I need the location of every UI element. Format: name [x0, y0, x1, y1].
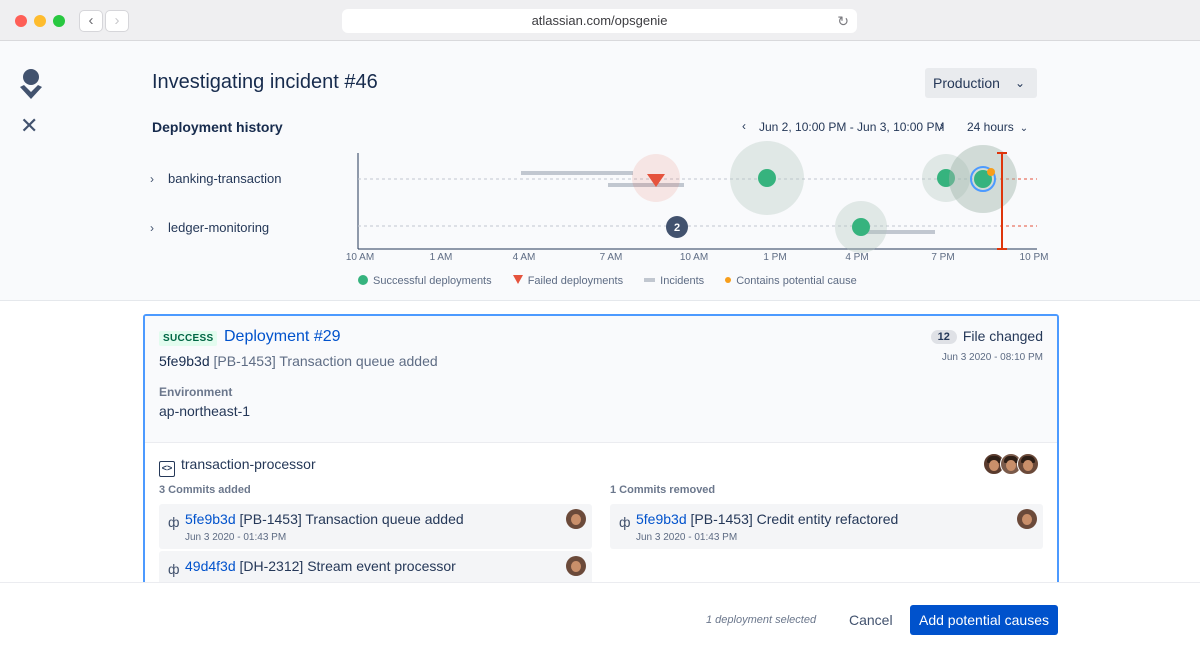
repository-name: transaction-processor [181, 456, 316, 472]
address-bar[interactable]: atlassian.com/opsgenie ↻ [342, 9, 857, 33]
files-count-badge: 12 [930, 330, 957, 344]
chevron-right-icon: › [150, 172, 154, 186]
avatar[interactable] [1017, 453, 1039, 475]
legend-item-incidents: Incidents [644, 275, 704, 287]
back-button[interactable]: ‹ [79, 10, 103, 32]
date-range: Jun 2, 10:00 PM - Jun 3, 10:00 PM [759, 120, 945, 134]
commit-hash-link[interactable]: 5fe9b3d [636, 511, 687, 527]
chart-legend: Successful deployments Failed deployment… [358, 275, 875, 287]
potential-cause-dot [987, 168, 995, 176]
legend-item-success: Successful deployments [358, 275, 492, 287]
commit-icon: ф [168, 514, 180, 530]
cause-dot-icon [725, 277, 732, 284]
commit-message: [PB-1453] Credit entity refactored [690, 511, 899, 527]
x-axis-tick-label: 1 AM [429, 252, 453, 263]
commit-date: Jun 3 2020 - 01:43 PM [636, 532, 738, 543]
period-value: 24 hours [967, 120, 1014, 134]
commit-hash-link[interactable]: 49d4f3d [185, 558, 236, 574]
chevron-right-icon: › [150, 221, 154, 235]
commits-removed-title: 1 Commits removed [610, 484, 716, 496]
success-dot-icon [358, 275, 368, 286]
minimize-window-button[interactable] [34, 15, 46, 27]
period-select[interactable]: 24 hours ⌄ [967, 120, 1028, 134]
commit-icon: ф [619, 514, 631, 530]
x-axis-tick-label: 10 AM [679, 252, 709, 263]
url-text: atlassian.com/opsgenie [531, 13, 668, 28]
repository: <> transaction-processor [159, 456, 316, 477]
avatar [566, 509, 586, 529]
close-window-button[interactable] [15, 15, 27, 27]
service-row-banking-transaction[interactable]: › banking-transaction [150, 171, 281, 186]
commit-hash-link[interactable]: 5fe9b3d [185, 511, 236, 527]
files-changed: 12 File changed [930, 328, 1043, 344]
deployment-commit: 5fe9b3d [PB-1453] Transaction queue adde… [159, 353, 438, 369]
deployment-history-title: Deployment history [152, 119, 283, 135]
environment-select-value: Production [933, 75, 1000, 91]
legend-label: Successful deployments [373, 275, 492, 288]
incident-bar[interactable] [521, 171, 633, 175]
commit-item[interactable]: ф 5fe9b3d [PB-1453] Transaction queue ad… [159, 504, 592, 549]
avatar [566, 556, 586, 576]
legend-item-failed: Failed deployments [512, 275, 624, 288]
legend-label: Failed deployments [527, 275, 624, 288]
legend-label: Incidents [660, 275, 705, 288]
zoom-window-button[interactable] [53, 15, 65, 27]
x-axis-tick-label: 4 AM [512, 252, 536, 263]
commit-message: [PB-1453] Transaction queue added [213, 353, 438, 369]
contributors-avatars [983, 453, 1043, 477]
x-axis-tick-label: 7 AM [599, 252, 623, 263]
deployment-date: Jun 3 2020 - 08:10 PM [941, 352, 1043, 363]
deployment-card-header: SUCCESS Deployment #29 12 File changed Ju… [145, 316, 1057, 443]
environment-select[interactable]: Production ⌄ [925, 68, 1037, 98]
service-name: banking-transaction [168, 171, 282, 186]
environment-value: ap-northeast-1 [159, 403, 251, 419]
opsgenie-logo-icon [20, 69, 42, 99]
forward-button[interactable]: › [105, 10, 129, 32]
commits-added-title: 3 Commits added [159, 484, 251, 496]
commit-item[interactable]: ф 5fe9b3d [PB-1453] Credit entity refact… [610, 504, 1043, 549]
commit-message: [PB-1453] Transaction queue added [239, 511, 464, 527]
successful-deployment-marker[interactable] [758, 169, 776, 187]
commit-date: Jun 3 2020 - 01:43 PM [185, 532, 287, 543]
commit-hash: 5fe9b3d [159, 353, 210, 369]
action-footer: 1 deployment selected Cancel Add potenti… [0, 582, 1200, 654]
x-axis-tick-label: 10 AM [345, 252, 375, 263]
commit-message: [DH-2312] Stream event processor [239, 558, 456, 574]
close-icon[interactable]: ✕ [20, 115, 38, 137]
successful-deployment-marker[interactable] [852, 218, 870, 236]
files-label: File changed [962, 328, 1043, 344]
service-name: ledger-monitoring [168, 220, 270, 235]
selection-note: 1 deployment selected [706, 614, 817, 626]
deployment-card[interactable]: SUCCESS Deployment #29 12 File changed Ju… [143, 314, 1059, 614]
x-axis-tick-label: 7 PM [931, 252, 955, 263]
deployment-title-link[interactable]: Deployment #29 [224, 328, 341, 346]
reload-icon[interactable]: ↻ [837, 9, 849, 33]
page-title: Investigating incident #46 [152, 71, 378, 93]
legend-item-cause: Contains potential cause [725, 275, 857, 288]
next-range-icon[interactable]: › [940, 119, 944, 133]
cluster-count: 2 [674, 222, 680, 234]
x-axis-tick-label: 1 PM [763, 252, 787, 263]
add-potential-causes-button[interactable]: Add potential causes [910, 605, 1058, 635]
code-icon: <> [159, 461, 175, 477]
previous-range-icon[interactable]: ‹ [742, 119, 746, 133]
cancel-button[interactable]: Cancel [840, 605, 902, 635]
legend-label: Contains potential cause [736, 275, 857, 288]
chevron-down-icon: ⌄ [1014, 76, 1025, 90]
incident-header: ✕ Investigating incident #46 Production … [0, 41, 1200, 301]
x-axis-tick-label: 10 PM [1019, 252, 1049, 263]
incident-bar-icon [644, 278, 656, 283]
chevron-down-icon: ⌄ [1019, 123, 1029, 134]
environment-label: Environment [159, 385, 233, 399]
service-row-ledger-monitoring[interactable]: › ledger-monitoring [150, 220, 269, 235]
commit-icon: ф [168, 561, 180, 577]
avatar [1017, 509, 1037, 529]
x-axis-tick-label: 4 PM [845, 252, 869, 263]
browser-toolbar: ‹ › atlassian.com/opsgenie ↻ [0, 0, 1200, 41]
failed-triangle-icon [512, 275, 523, 285]
status-badge: SUCCESS [159, 331, 218, 346]
